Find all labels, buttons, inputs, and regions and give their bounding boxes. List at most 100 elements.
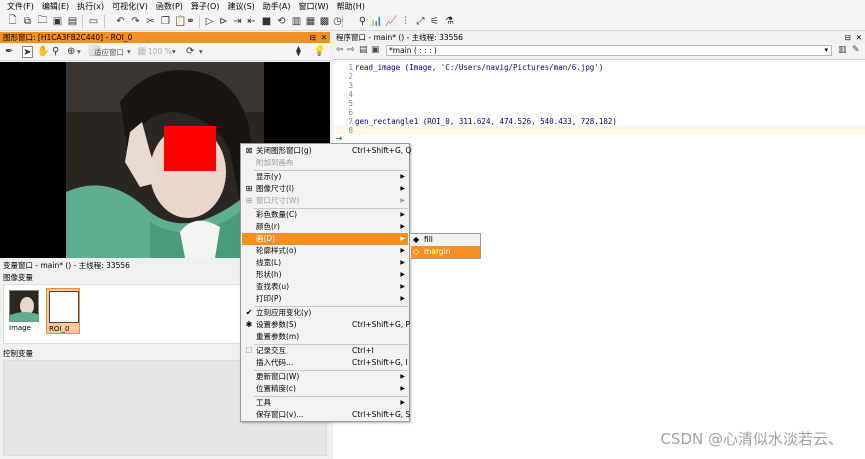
- run-icon[interactable]: ▷: [203, 15, 216, 28]
- submenu-item-fill[interactable]: ◆ fill: [411, 234, 480, 246]
- zoom-level[interactable]: 100 %: [148, 47, 172, 56]
- undo-icon[interactable]: ↶: [114, 15, 127, 28]
- procedure-select[interactable]: *main ( : : : ) ▾: [386, 45, 832, 56]
- cut-icon[interactable]: ✂: [144, 15, 157, 28]
- back-arrow-icon[interactable]: ⇦: [336, 45, 344, 55]
- draw-tool-icon[interactable]: ✒: [5, 46, 13, 57]
- procedure-icon[interactable]: ▤: [359, 45, 368, 55]
- feature-inspection-icon[interactable]: ⫶: [399, 15, 412, 28]
- program-pin-icon[interactable]: ⊟: [845, 32, 851, 43]
- menu-item-line-style[interactable]: 轮廓样式(o) ▶: [242, 245, 408, 257]
- timer-icon[interactable]: ◷: [331, 15, 344, 28]
- record-icon[interactable]: ▭: [87, 15, 100, 28]
- lightbulb-icon[interactable]: 💡: [313, 46, 325, 57]
- plot-icon[interactable]: ⤢: [414, 15, 427, 28]
- code-line-current[interactable]: 8: [333, 126, 865, 135]
- program-settings-icon[interactable]: ▣: [371, 45, 380, 55]
- menu-item-tools[interactable]: 工具 ▶: [242, 397, 408, 409]
- code-line[interactable]: 1 read_image (Image, 'C:/Users/navig/Pic…: [333, 63, 865, 72]
- menu-item-record-interactions[interactable]: ☐ 记录交互 Ctrl+I: [242, 345, 408, 357]
- menu-edit[interactable]: 编辑(E): [38, 1, 73, 12]
- code-line[interactable]: 3: [333, 81, 865, 90]
- window-size-icon: ⊞: [245, 196, 253, 205]
- code-line[interactable]: 4: [333, 90, 865, 99]
- grid-icon[interactable]: ▦: [137, 46, 146, 57]
- program-edit-icon[interactable]: ✎: [852, 45, 860, 55]
- menu-item-color[interactable]: 颜色(r) ▶: [242, 221, 408, 233]
- menu-operators[interactable]: 算子(O): [187, 1, 224, 12]
- save-as-icon[interactable]: ▤: [66, 15, 79, 28]
- new-file-icon[interactable]: 🗋: [6, 15, 19, 28]
- menu-item-image-size[interactable]: ⊞ 图像尺寸(I) ▶: [242, 183, 408, 195]
- code-line[interactable]: 7 gen_rectangle1 (ROI_0, 311.624, 474.52…: [333, 117, 865, 126]
- submenu-item-margin[interactable]: ◇ margin: [411, 246, 480, 258]
- menu-item-colored[interactable]: 彩色数量(C) ▶: [242, 209, 408, 221]
- menu-item-save-window[interactable]: 保存窗口(v)... Ctrl+Shift+G, S: [242, 409, 410, 421]
- calibration-icon[interactable]: ⚗: [443, 15, 456, 28]
- code-line[interactable]: 2: [333, 72, 865, 81]
- forward-arrow-icon[interactable]: ⇨: [347, 45, 355, 55]
- menu-item-insert-code[interactable]: 插入代码... Ctrl+Shift+G, I: [242, 357, 408, 369]
- menu-item-update-window[interactable]: 更新窗口(W) ▶: [242, 371, 408, 383]
- graphics-window-icon[interactable]: ▩: [318, 15, 331, 28]
- menu-suggestions[interactable]: 建议(S): [223, 1, 258, 12]
- menu-item-reset-parameters[interactable]: 重置参数(m): [242, 331, 408, 343]
- menu-procedures[interactable]: 函数(P): [152, 1, 187, 12]
- lasso-icon[interactable]: ⟳: [186, 46, 194, 57]
- menu-item-shape[interactable]: 形状(h) ▶: [242, 269, 408, 281]
- code-line[interactable]: 6: [333, 108, 865, 117]
- zoom-level-arrow[interactable]: ▾: [172, 47, 176, 56]
- line-profile-icon[interactable]: 📈: [385, 15, 398, 28]
- operator-window-icon[interactable]: ▥: [290, 15, 303, 28]
- find-icon[interactable]: ⚭: [184, 15, 197, 28]
- menu-window[interactable]: 窗口(W): [295, 1, 333, 12]
- step-over-icon[interactable]: ⊳: [217, 15, 230, 28]
- program-editor[interactable]: 1 read_image (Image, 'C:/Users/navig/Pic…: [333, 59, 865, 459]
- menu-item-apply-immediately[interactable]: ✔ 立刻应用变化(y): [242, 307, 408, 319]
- magnifier-icon[interactable]: ⚲: [52, 46, 59, 57]
- menu-help[interactable]: 帮助(H): [333, 1, 369, 12]
- menu-assistants[interactable]: 助手(A): [259, 1, 295, 12]
- image-variable-thumb[interactable]: Image: [7, 288, 41, 334]
- layers-icon[interactable]: ⧫: [296, 46, 301, 57]
- step-out-icon[interactable]: ⇤: [245, 15, 258, 28]
- zoom-dropdown-arrow[interactable]: ▾: [77, 47, 81, 56]
- save-icon[interactable]: ▣: [51, 15, 64, 28]
- stop-icon[interactable]: ■: [260, 15, 273, 28]
- menu-item-display[interactable]: 显示(y) ▶: [242, 171, 408, 183]
- copy-icon[interactable]: ❐: [159, 15, 172, 28]
- histogram-icon[interactable]: 📊: [370, 15, 383, 28]
- menu-item-position-precision[interactable]: 位置精度(c) ▶: [242, 383, 408, 395]
- menu-item-draw[interactable]: 画(D) ▶: [242, 233, 408, 245]
- program-close-icon[interactable]: ✕: [856, 32, 862, 43]
- fit-window-label[interactable]: 适应窗口: [94, 47, 124, 58]
- pan-hand-icon[interactable]: ✋: [37, 46, 49, 57]
- menu-item-paint[interactable]: 打印(P) ▶: [242, 293, 408, 305]
- roi-variable-thumb[interactable]: ROI_0: [46, 288, 80, 334]
- program-list-icon[interactable]: ▥: [838, 45, 847, 55]
- menu-visualization[interactable]: 可视化(V): [108, 1, 152, 12]
- zoom-in-icon[interactable]: ⊕: [67, 46, 75, 57]
- menu-execute[interactable]: 执行(x): [73, 1, 108, 12]
- graphics-window-toolbar: ✒ ➤ ✋ ⚲ ⊕ ▾ ⬜ 适应窗口 ▾ ▦ 100 % ▾ ⟳ ▾ ⧫ 💡: [0, 43, 330, 61]
- submenu-arrow-icon: ▶: [400, 271, 405, 278]
- code-line[interactable]: 5: [333, 99, 865, 108]
- menu-item-close-graphics-window[interactable]: ⊠ 关闭图形窗口(g) Ctrl+Shift+G, Q: [242, 145, 412, 157]
- menu-file[interactable]: 文件(F): [3, 1, 38, 12]
- step-into-icon[interactable]: ⇥: [231, 15, 244, 28]
- pin-icon[interactable]: ⊟: [310, 32, 316, 43]
- close-icon[interactable]: ✕: [321, 32, 327, 43]
- select-arrow-icon[interactable]: ➤: [22, 46, 33, 58]
- menu-item-line-width[interactable]: 线宽(L) ▶: [242, 257, 408, 269]
- open-file-icon[interactable]: 🗀: [36, 15, 49, 28]
- menu-item-set-parameters[interactable]: ✱ 设置参数(S) Ctrl+Shift+G, P: [242, 319, 410, 331]
- menu-item-lookup-table[interactable]: 查找表(u) ▶: [242, 281, 408, 293]
- variable-window-icon[interactable]: ▦: [304, 15, 317, 28]
- lasso-dropdown-arrow[interactable]: ▾: [199, 47, 203, 56]
- zoom-icon[interactable]: ⚲: [356, 15, 369, 28]
- zoom-window-icon[interactable]: ⚟: [428, 15, 441, 28]
- redo-icon[interactable]: ↷: [129, 15, 142, 28]
- new-window-icon[interactable]: ⧉: [21, 15, 34, 28]
- reset-icon[interactable]: ⟲: [275, 15, 288, 28]
- fit-dropdown-arrow[interactable]: ▾: [127, 47, 131, 56]
